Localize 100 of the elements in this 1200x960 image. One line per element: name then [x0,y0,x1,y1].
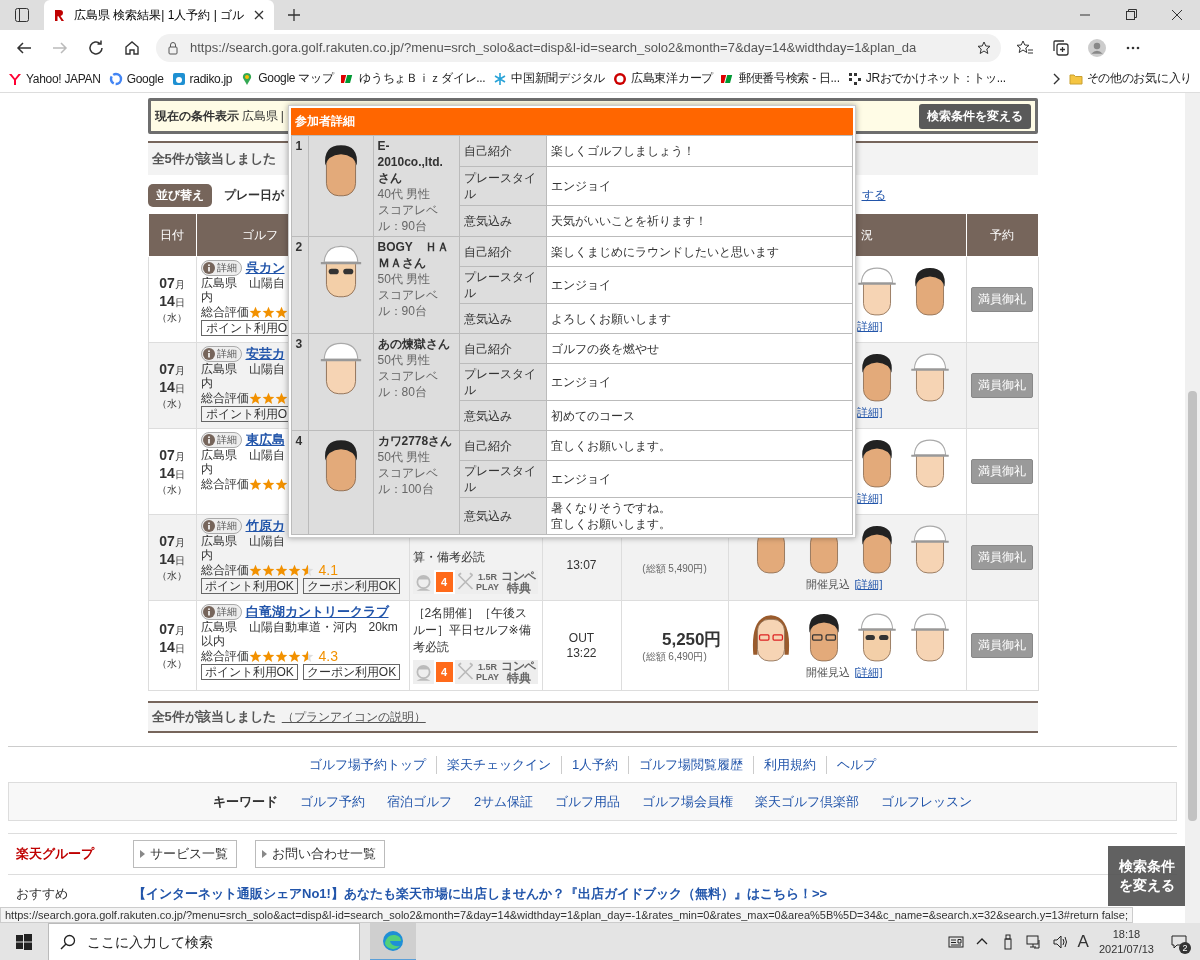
refresh-icon[interactable] [87,38,105,57]
bookmark[interactable]: Google [104,68,168,89]
bookmark[interactable]: radiko.jp [167,68,237,89]
bookmark-folder[interactable]: その他のお気に入り [1064,67,1196,90]
rating-label: 総合評価 [200,647,249,665]
bookmark[interactable]: 中国新聞デジタル [489,67,609,90]
notification-icon[interactable] [1171,934,1187,950]
address-field[interactable]: https://search.gora.golf.rakuten.co.jp/?menu=srch_solo&act=disp&l-id=search_solo2&month=7&day=14&widthday=1&plan_da [156,33,1001,62]
favorites-icon[interactable] [1016,38,1034,57]
course-address: 広島県 山陽自 [200,362,285,376]
add-favorite-icon[interactable] [977,40,991,55]
group-button[interactable]: お問い合わせ一覧 [255,840,385,868]
lock-icon[interactable] [166,40,180,55]
clock-date[interactable]: 2021/07/13 [1098,942,1154,957]
home-icon[interactable] [123,38,141,57]
participant-name: E-2010co.,ltd.さん [377,138,444,186]
keyword-link[interactable]: ゴルフ場会員権 [642,792,734,811]
detail-value: エンジョイ [550,277,612,293]
sort-button[interactable]: 並び替え [147,183,212,207]
detail-badge[interactable]: 詳細 [200,346,242,362]
participant-profile: 50代 男性 [377,352,432,368]
windows-logo-icon[interactable] [16,934,32,950]
ime-indicator[interactable]: A [1077,932,1089,952]
footer-link[interactable]: 利用規約 [753,755,827,774]
keyword-link[interactable]: 楽天ゴルフ倶楽部 [755,792,860,811]
logo-icon [613,71,627,86]
condition-label: 現在の条件表示 [154,107,239,125]
keyword-label: キーワード [212,792,278,811]
network-icon[interactable] [1025,934,1042,950]
plan-name[interactable]: ［2名開催］［午後スルー］平日セルフ※備考必読 [412,605,539,656]
play-icon: 1.5R PLAY [475,570,500,594]
detail-link[interactable]: 詳細] [857,320,883,332]
detail-badge[interactable]: 詳細 [200,604,242,620]
triangle-icon [262,850,267,858]
detail-badge[interactable]: 詳細 [200,260,242,276]
course-name-link[interactable]: 竹原カ [245,517,285,535]
new-tab-icon[interactable] [286,7,303,23]
detail-badge[interactable]: 詳細 [200,518,242,534]
participant-profile: 50代 男性 [377,449,432,465]
weekday: （水） [156,396,188,411]
participant-name: あの煉獄さん [377,336,451,352]
plan-name[interactable]: 算・備考必読 [412,549,539,566]
profile-icon[interactable] [1088,38,1106,57]
group-button[interactable]: サービス一覧 [133,840,237,868]
detail-value: 宜しくお願いします。 [550,516,672,532]
detail-link[interactable]: 詳細] [857,492,883,504]
footer-link[interactable]: ゴルフ場予約トップ [298,755,436,774]
collections-icon[interactable] [1052,38,1070,57]
news-icon[interactable] [947,934,964,950]
detail-value: エンジョイ [550,178,612,194]
keyword-link[interactable]: ゴルフレッスン [881,792,973,811]
speaker-icon[interactable] [1051,934,1068,950]
icon-help-link[interactable]: （プランアイコンの説明） [281,708,426,726]
bookmark[interactable]: 郵便番号検索 - 日... [716,67,844,90]
clock-time[interactable]: 18:18 [1098,927,1154,942]
detail-value: よろしくお願いします [550,310,672,327]
course-address: 広島県 山陽自 [200,276,285,290]
triangle-icon [140,850,145,858]
footer-link[interactable]: 楽天チェックイン [435,755,561,774]
folder-icon [1068,71,1083,86]
sidebar-icon[interactable] [14,7,30,23]
scrollbar[interactable] [1185,93,1200,923]
footer-link[interactable]: ゴルフ場閲覧履歴 [628,755,754,774]
keyword-link[interactable]: ゴルフ予約 [299,792,365,811]
course-name-link[interactable]: 東広島 [245,431,285,449]
bookmark[interactable]: Yahoo! JAPAN [4,68,105,89]
keyword-link[interactable]: ゴルフ用品 [555,792,621,811]
bookmark[interactable]: ゆうちょＢｉｚダイレ... [337,67,490,90]
search-field[interactable]: ここに入力して検索 [48,923,360,960]
detail-link[interactable]: [詳細] [854,666,883,678]
sort-link[interactable]: する [861,186,886,204]
footer-link[interactable]: ヘルプ [826,755,887,774]
detail-label: 意気込み [463,311,512,326]
bookmark[interactable]: JRおでかけネット：トッ... [843,67,1010,90]
bookmark[interactable]: 広島東洋カープ [609,67,717,90]
course-side: OUT [567,630,596,646]
change-conditions-button[interactable]: 検索条件を変える [918,103,1031,129]
detail-badge[interactable]: 詳細 [200,432,242,448]
detail-value: 初めてのコース [550,407,636,424]
detail-link[interactable]: 詳細] [857,406,883,418]
rating-label: 総合評価 [200,303,249,321]
bookmark[interactable]: Google マップ [236,67,338,90]
footer-link[interactable]: 1人予約 [560,755,629,774]
change-conditions-button[interactable]: 検索条件を変える [1108,846,1185,906]
score-level: スコアレベル：80台 [377,368,439,400]
rating-label: 総合評価 [200,389,249,407]
participant-number: 1 [295,139,303,153]
course-name-link[interactable]: 安芸カ [245,345,285,363]
sort-option[interactable]: プレー日が [223,186,284,204]
course-name-link[interactable]: 白竜湖カントリークラブ [245,603,389,621]
course-name-link[interactable]: 呉カン [245,259,285,277]
detail-link[interactable]: [詳細] [854,578,883,590]
recommend-link[interactable]: 【インターネット通販シェアNo1!】あなたも楽天市場に出店しませんか？『出店ガイドブック（無料）』はこちら！>> [133,885,828,903]
rating-label: 総合評価 [200,561,249,579]
total-price: (総額 5,490円) [641,561,708,576]
keyword-link[interactable]: 宿泊ゴルフ [386,792,452,811]
scrollbar-thumb[interactable] [1188,391,1197,821]
info-icon [202,262,215,274]
browser-tab[interactable]: 広島県 検索結果| 1人予約 | ゴル [44,0,275,30]
keyword-link[interactable]: 2サム保証 [473,792,534,811]
